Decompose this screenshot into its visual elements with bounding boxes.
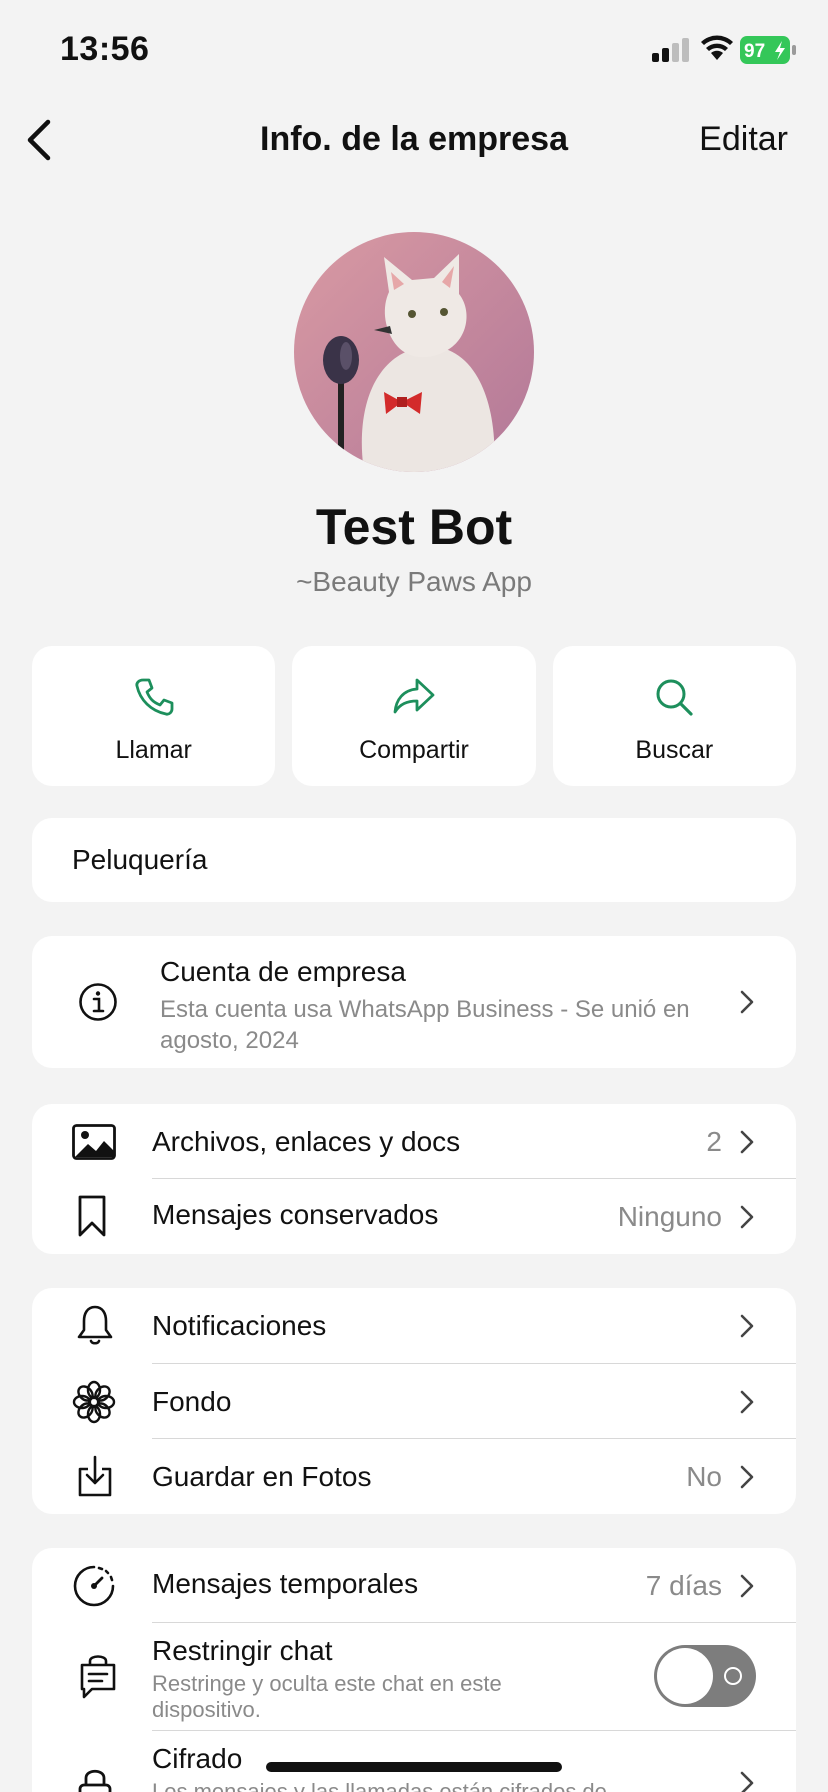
toggle-knob [657,1648,713,1704]
business-account-title: Cuenta de empresa [160,956,406,987]
status-bar: 13:56 97 [0,0,828,100]
business-account-row[interactable]: Cuenta de empresa Esta cuenta usa WhatsA… [32,936,796,1068]
kept-messages-row[interactable]: Mensajes conservados Ninguno [32,1179,796,1254]
wifi-icon [701,35,733,60]
search-icon [656,679,693,716]
save-to-photos-row[interactable]: Guardar en Fotos No [32,1439,796,1514]
chevron-right-icon [740,1205,754,1229]
chevron-right-icon [740,1390,754,1414]
edit-button[interactable]: Editar [699,120,788,159]
chevron-right-icon [740,1130,754,1154]
lock-chat-icon [80,1655,116,1699]
avatar[interactable] [294,232,534,472]
kept-messages-value: Ninguno [617,1201,722,1232]
business-category: Peluquería [72,844,208,875]
disappearing-messages-row[interactable]: Mensajes temporales 7 días [32,1548,796,1622]
disappearing-messages-label: Mensajes temporales [152,1568,419,1599]
flower-icon [72,1380,116,1424]
lock-icon [78,1769,112,1792]
kept-messages-label: Mensajes conservados [152,1199,439,1230]
search-label: Buscar [635,736,714,764]
save-to-photos-value: No [686,1461,722,1492]
bell-icon [77,1305,113,1345]
notifications-row[interactable]: Notificaciones [32,1288,796,1363]
files-links-docs-count: 2 [706,1126,722,1157]
business-category-card: Peluquería [32,818,796,902]
media-card: Archivos, enlaces y docs 2 Mensajes cons… [32,1104,796,1254]
download-icon [78,1455,112,1497]
profile-name: Test Bot [315,499,513,555]
timer-icon [73,1565,115,1607]
share-icon [393,678,435,714]
toggle-off-indicator [724,1667,742,1685]
encryption-label: Cifrado [152,1743,243,1774]
battery-level: 97 [744,41,765,62]
share-button[interactable]: Compartir [292,646,536,786]
restrict-chat-row: Restringir chat Restringe y oculta este … [32,1623,796,1730]
save-to-photos-label: Guardar en Fotos [152,1461,372,1492]
chevron-right-icon [740,1574,754,1598]
restrict-chat-toggle[interactable] [654,1645,756,1707]
info-icon [79,983,117,1021]
chat-settings-card: Notificaciones Fondo Guardar en Fotos No [32,1288,796,1514]
encryption-description: Los mensajes y las llamadas están cifrad… [152,1779,607,1792]
files-links-docs-label: Archivos, enlaces y docs [152,1126,461,1157]
profile-subtitle: ~Beauty Paws App [296,566,532,597]
search-button[interactable]: Buscar [552,646,796,786]
files-links-docs-row[interactable]: Archivos, enlaces y docs 2 [32,1104,796,1178]
bookmark-icon [78,1195,106,1237]
restrict-chat-description: Restringe y oculta este chat en este dis… [152,1671,502,1722]
chevron-right-icon [740,1771,754,1792]
wallpaper-label: Fondo [152,1386,232,1417]
call-label: Llamar [115,736,192,764]
action-buttons: Llamar Compartir Buscar [32,646,796,786]
disappearing-messages-value: 7 días [645,1570,722,1601]
notifications-label: Notificaciones [152,1310,327,1341]
battery-icon: 97 [740,36,796,64]
privacy-card: Mensajes temporales 7 días Restringir ch… [32,1548,796,1792]
cellular-signal-icon [652,38,689,62]
navigation-bar: Info. de la empresa Editar [0,100,828,180]
photo-icon [72,1124,116,1160]
chevron-right-icon [740,1465,754,1489]
call-button[interactable]: Llamar [32,646,276,786]
business-account-description: Esta cuenta usa WhatsApp Business - Se u… [160,996,690,1054]
restrict-chat-label: Restringir chat [152,1635,333,1666]
status-time: 13:56 [60,30,150,68]
share-label: Compartir [359,736,469,764]
chevron-right-icon [740,990,754,1014]
chevron-right-icon [740,1314,754,1338]
screen: 13:56 97 Info. de la empresa Editar Test… [0,0,828,1792]
phone-icon [135,678,174,716]
cat-microphone-illustration [294,232,534,472]
wallpaper-row[interactable]: Fondo [32,1364,796,1438]
home-indicator[interactable] [266,1762,562,1772]
